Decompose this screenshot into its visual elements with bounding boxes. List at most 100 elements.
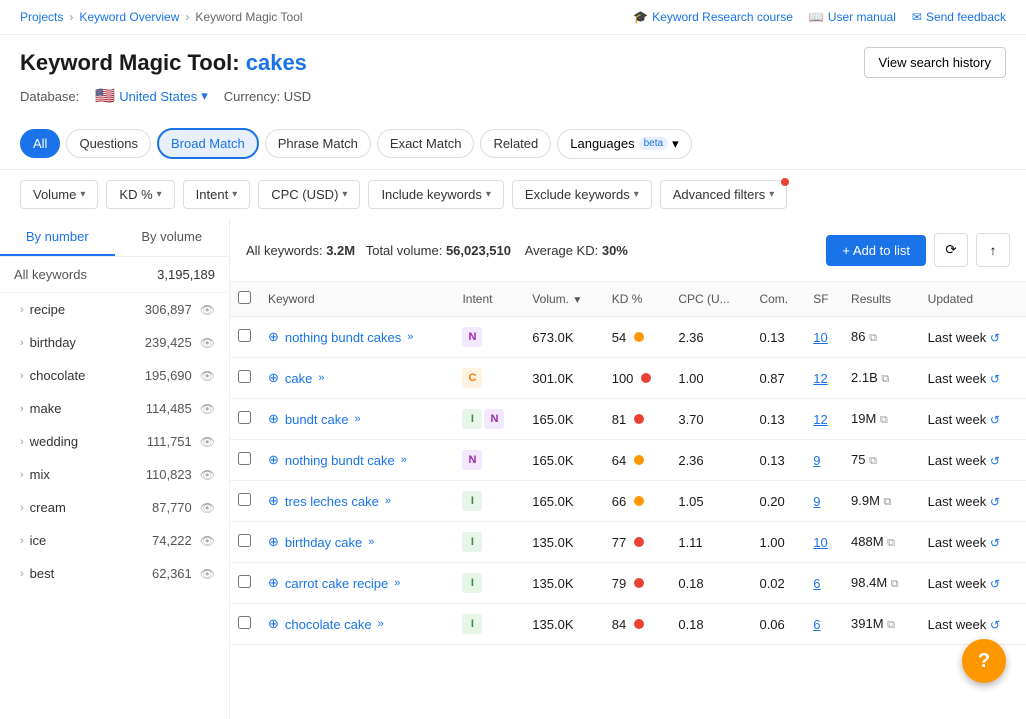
row-refresh-icon[interactable]: ↺: [990, 413, 1000, 427]
row-refresh-icon[interactable]: ↺: [990, 372, 1000, 386]
keyword-detail-icon[interactable]: »: [407, 331, 413, 343]
keyword-research-link[interactable]: 🎓 Keyword Research course: [633, 10, 793, 24]
sidebar-item[interactable]: › birthday 239,425 👁: [0, 326, 229, 359]
eye-icon[interactable]: 👁: [200, 534, 215, 548]
sidebar-item[interactable]: › cream 87,770 👁: [0, 491, 229, 524]
add-keyword-icon[interactable]: ⊕: [268, 452, 279, 468]
row-checkbox[interactable]: [238, 411, 251, 424]
sidebar-item[interactable]: › ice 74,222 👁: [0, 524, 229, 557]
cpc-filter[interactable]: CPC (USD) ▾: [258, 180, 360, 209]
tab-broad-match[interactable]: Broad Match: [157, 128, 259, 159]
keyword-link[interactable]: birthday cake: [285, 535, 362, 550]
sidebar-item-label: mix: [30, 467, 50, 482]
sf-link[interactable]: 6: [813, 617, 820, 632]
sf-link[interactable]: 9: [813, 494, 820, 509]
row-checkbox[interactable]: [238, 616, 251, 629]
row-refresh-icon[interactable]: ↺: [990, 454, 1000, 468]
sidebar-tab-by-volume[interactable]: By volume: [115, 219, 230, 256]
languages-button[interactable]: Languages beta ▾: [557, 129, 691, 159]
row-refresh-icon[interactable]: ↺: [990, 331, 1000, 345]
row-checkbox[interactable]: [238, 575, 251, 588]
select-all-checkbox[interactable]: [238, 291, 251, 304]
add-keyword-icon[interactable]: ⊕: [268, 370, 279, 386]
add-keyword-icon[interactable]: ⊕: [268, 329, 279, 345]
row-refresh-icon[interactable]: ↺: [990, 495, 1000, 509]
sidebar-item[interactable]: › make 114,485 👁: [0, 392, 229, 425]
tab-questions[interactable]: Questions: [66, 129, 151, 158]
add-keyword-icon[interactable]: ⊕: [268, 575, 279, 591]
sf-link[interactable]: 10: [813, 330, 827, 345]
view-history-button[interactable]: View search history: [864, 47, 1006, 78]
database-selector[interactable]: 🇺🇸 United States ▾: [95, 86, 208, 106]
export-button[interactable]: ↑: [976, 233, 1010, 267]
help-button[interactable]: ?: [962, 639, 1006, 683]
keyword-link[interactable]: tres leches cake: [285, 494, 379, 509]
col-volume[interactable]: Volum. ▼: [524, 282, 603, 317]
intent-filter[interactable]: Intent ▾: [183, 180, 251, 209]
sidebar-item[interactable]: › recipe 306,897 👁: [0, 293, 229, 326]
sf-link[interactable]: 9: [813, 453, 820, 468]
add-keyword-icon[interactable]: ⊕: [268, 411, 279, 427]
user-manual-link[interactable]: 📖 User manual: [809, 10, 896, 24]
sf-link[interactable]: 6: [813, 576, 820, 591]
eye-icon[interactable]: 👁: [200, 336, 215, 350]
row-refresh-icon[interactable]: ↺: [990, 536, 1000, 550]
sf-link[interactable]: 10: [813, 535, 827, 550]
row-checkbox[interactable]: [238, 452, 251, 465]
keyword-link[interactable]: bundt cake: [285, 412, 349, 427]
keyword-link[interactable]: nothing bundt cakes: [285, 330, 401, 345]
add-keyword-icon[interactable]: ⊕: [268, 616, 279, 632]
sf-link[interactable]: 12: [813, 412, 827, 427]
eye-icon[interactable]: 👁: [200, 369, 215, 383]
sf-link[interactable]: 12: [813, 371, 827, 386]
send-feedback-link[interactable]: ✉ Send feedback: [912, 10, 1006, 24]
row-checkbox[interactable]: [238, 370, 251, 383]
add-keyword-icon[interactable]: ⊕: [268, 534, 279, 550]
sidebar-item[interactable]: › chocolate 195,690 👁: [0, 359, 229, 392]
eye-icon[interactable]: 👁: [200, 435, 215, 449]
tab-all[interactable]: All: [20, 129, 60, 158]
breadcrumb-projects[interactable]: Projects: [20, 10, 63, 24]
breadcrumb-keyword-overview[interactable]: Keyword Overview: [79, 10, 179, 24]
keyword-detail-icon[interactable]: »: [318, 372, 324, 384]
row-checkbox[interactable]: [238, 534, 251, 547]
kd-filter[interactable]: KD % ▾: [106, 180, 174, 209]
database-row: Database: 🇺🇸 United States ▾ Currency: U…: [0, 82, 1026, 118]
results-cell: 75 ⧉: [843, 440, 920, 481]
row-refresh-icon[interactable]: ↺: [990, 618, 1000, 632]
keyword-detail-icon[interactable]: »: [355, 413, 361, 425]
com-cell: 0.13: [751, 399, 805, 440]
keyword-link[interactable]: chocolate cake: [285, 617, 372, 632]
keyword-detail-icon[interactable]: »: [368, 536, 374, 548]
keyword-detail-icon[interactable]: »: [401, 454, 407, 466]
sidebar-item[interactable]: › wedding 111,751 👁: [0, 425, 229, 458]
sidebar-item[interactable]: › mix 110,823 👁: [0, 458, 229, 491]
keyword-link[interactable]: carrot cake recipe: [285, 576, 388, 591]
row-checkbox[interactable]: [238, 329, 251, 342]
eye-icon[interactable]: 👁: [200, 567, 215, 581]
exclude-keywords-filter[interactable]: Exclude keywords ▾: [512, 180, 652, 209]
sidebar-tab-by-number[interactable]: By number: [0, 219, 115, 256]
keyword-detail-icon[interactable]: »: [385, 495, 391, 507]
row-refresh-icon[interactable]: ↺: [990, 577, 1000, 591]
volume-filter[interactable]: Volume ▾: [20, 180, 98, 209]
refresh-button[interactable]: ⟳: [934, 233, 968, 267]
eye-icon[interactable]: 👁: [200, 501, 215, 515]
keyword-link[interactable]: nothing bundt cake: [285, 453, 395, 468]
keyword-detail-icon[interactable]: »: [378, 618, 384, 630]
add-to-list-button[interactable]: + Add to list: [826, 235, 926, 266]
row-checkbox[interactable]: [238, 493, 251, 506]
advanced-filters-button[interactable]: Advanced filters ▾: [660, 180, 788, 209]
include-keywords-filter[interactable]: Include keywords ▾: [368, 180, 503, 209]
eye-icon[interactable]: 👁: [200, 303, 215, 317]
add-keyword-icon[interactable]: ⊕: [268, 493, 279, 509]
com-cell: 0.02: [751, 563, 805, 604]
sidebar-item[interactable]: › best 62,361 👁: [0, 557, 229, 590]
eye-icon[interactable]: 👁: [200, 402, 215, 416]
eye-icon[interactable]: 👁: [200, 468, 215, 482]
keyword-link[interactable]: cake: [285, 371, 312, 386]
tab-phrase-match[interactable]: Phrase Match: [265, 129, 371, 158]
tab-related[interactable]: Related: [480, 129, 551, 158]
tab-exact-match[interactable]: Exact Match: [377, 129, 475, 158]
keyword-detail-icon[interactable]: »: [394, 577, 400, 589]
